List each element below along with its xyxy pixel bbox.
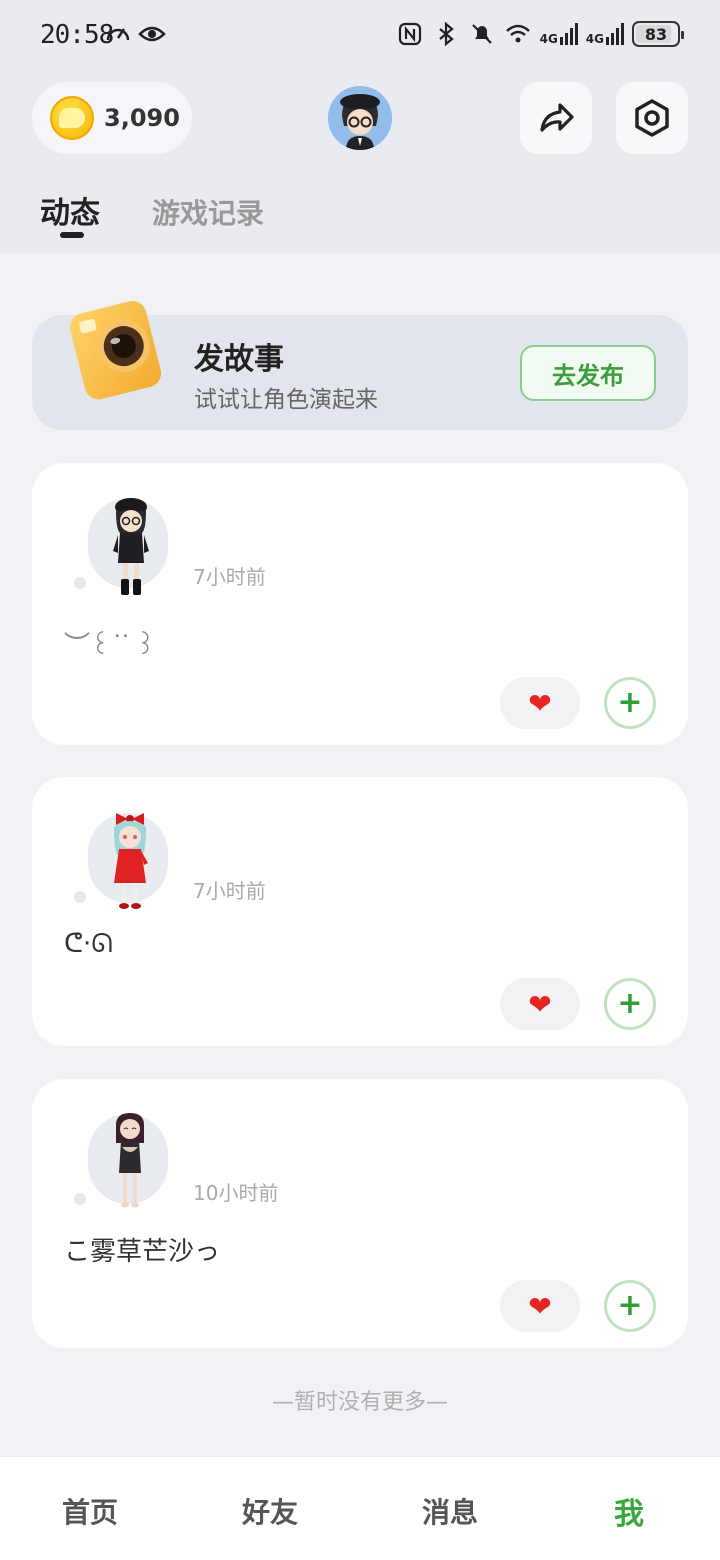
bell-muted-icon: [471, 24, 492, 44]
add-button[interactable]: +: [604, 1280, 656, 1332]
plus-icon: +: [617, 1288, 643, 1323]
add-button[interactable]: +: [604, 978, 656, 1030]
like-button[interactable]: ❤: [500, 978, 580, 1030]
coin-amount: 3,090: [104, 104, 180, 132]
heart-icon: ❤: [528, 1289, 552, 1323]
tab-dynamics[interactable]: 动态: [40, 188, 100, 232]
battery-indicator: 83: [632, 21, 684, 47]
avatar[interactable]: [106, 493, 156, 599]
avatar[interactable]: [110, 1113, 150, 1213]
camera-icon: [69, 301, 162, 400]
post-dot: [74, 577, 86, 589]
active-tab-indicator: [60, 232, 84, 238]
like-button[interactable]: ❤: [500, 1280, 580, 1332]
nav-friends[interactable]: 好友: [242, 1491, 298, 1531]
signal-icon: [606, 23, 624, 45]
tab-game-records[interactable]: 游戏记录: [152, 192, 264, 232]
coin-balance[interactable]: 3,090: [32, 82, 192, 154]
post-time: 7小时前: [193, 879, 266, 903]
share-icon: [540, 103, 574, 132]
nfc-icon: [398, 22, 421, 46]
share-button[interactable]: [520, 82, 592, 154]
post-text: ︶꒰ ͘ ͘ ꒱: [64, 631, 156, 661]
signal-icon: [559, 23, 578, 45]
coin-icon: [50, 96, 94, 140]
network-label-2: 4G: [585, 32, 604, 46]
publish-button[interactable]: 去发布: [520, 345, 656, 401]
publish-title: 发故事: [194, 342, 284, 377]
settings-button[interactable]: [616, 82, 688, 154]
bottom-nav: 首页 好友 消息 我: [0, 1456, 720, 1560]
avatar[interactable]: [104, 807, 156, 913]
speedometer-icon: [106, 28, 130, 41]
heart-icon: ❤: [528, 987, 552, 1021]
post-dot: [74, 1193, 86, 1205]
post-card[interactable]: 7小时前 ︶꒰ ͘ ͘ ꒱ ❤ +: [32, 463, 688, 745]
post-time: 7小时前: [193, 565, 266, 589]
heart-icon: ❤: [528, 686, 552, 720]
eye-icon: [138, 26, 166, 42]
status-time: 20:58: [40, 20, 114, 50]
post-card[interactable]: 7小时前 ᕦ·ᘏ ❤ +: [32, 777, 688, 1046]
post-time: 10小时前: [193, 1181, 279, 1205]
status-bar: 20:58 4G 4G 83: [0, 0, 720, 70]
post-text: こ雾草芒沙っ: [64, 1237, 221, 1267]
plus-icon: +: [617, 986, 643, 1021]
no-more-text: —暂时没有更多—: [271, 1390, 448, 1415]
publish-subtitle: 试试让角色演起来: [194, 387, 378, 413]
nav-me[interactable]: 我: [614, 1489, 644, 1533]
nav-messages[interactable]: 消息: [422, 1491, 478, 1531]
plus-icon: +: [617, 685, 643, 720]
nav-home[interactable]: 首页: [62, 1491, 118, 1531]
like-button[interactable]: ❤: [500, 677, 580, 729]
post-text: ᕦ·ᘏ: [64, 929, 113, 959]
bluetooth-icon: [438, 21, 454, 47]
network-label-1: 4G: [539, 32, 558, 46]
avatar[interactable]: [328, 86, 392, 150]
add-button[interactable]: +: [604, 677, 656, 729]
hexagon-settings-icon: [635, 99, 669, 137]
battery-level: 83: [644, 24, 668, 44]
post-card[interactable]: 10小时前 こ雾草芒沙っ ❤ +: [32, 1079, 688, 1348]
wifi-icon: [505, 24, 530, 43]
post-dot: [74, 891, 86, 903]
